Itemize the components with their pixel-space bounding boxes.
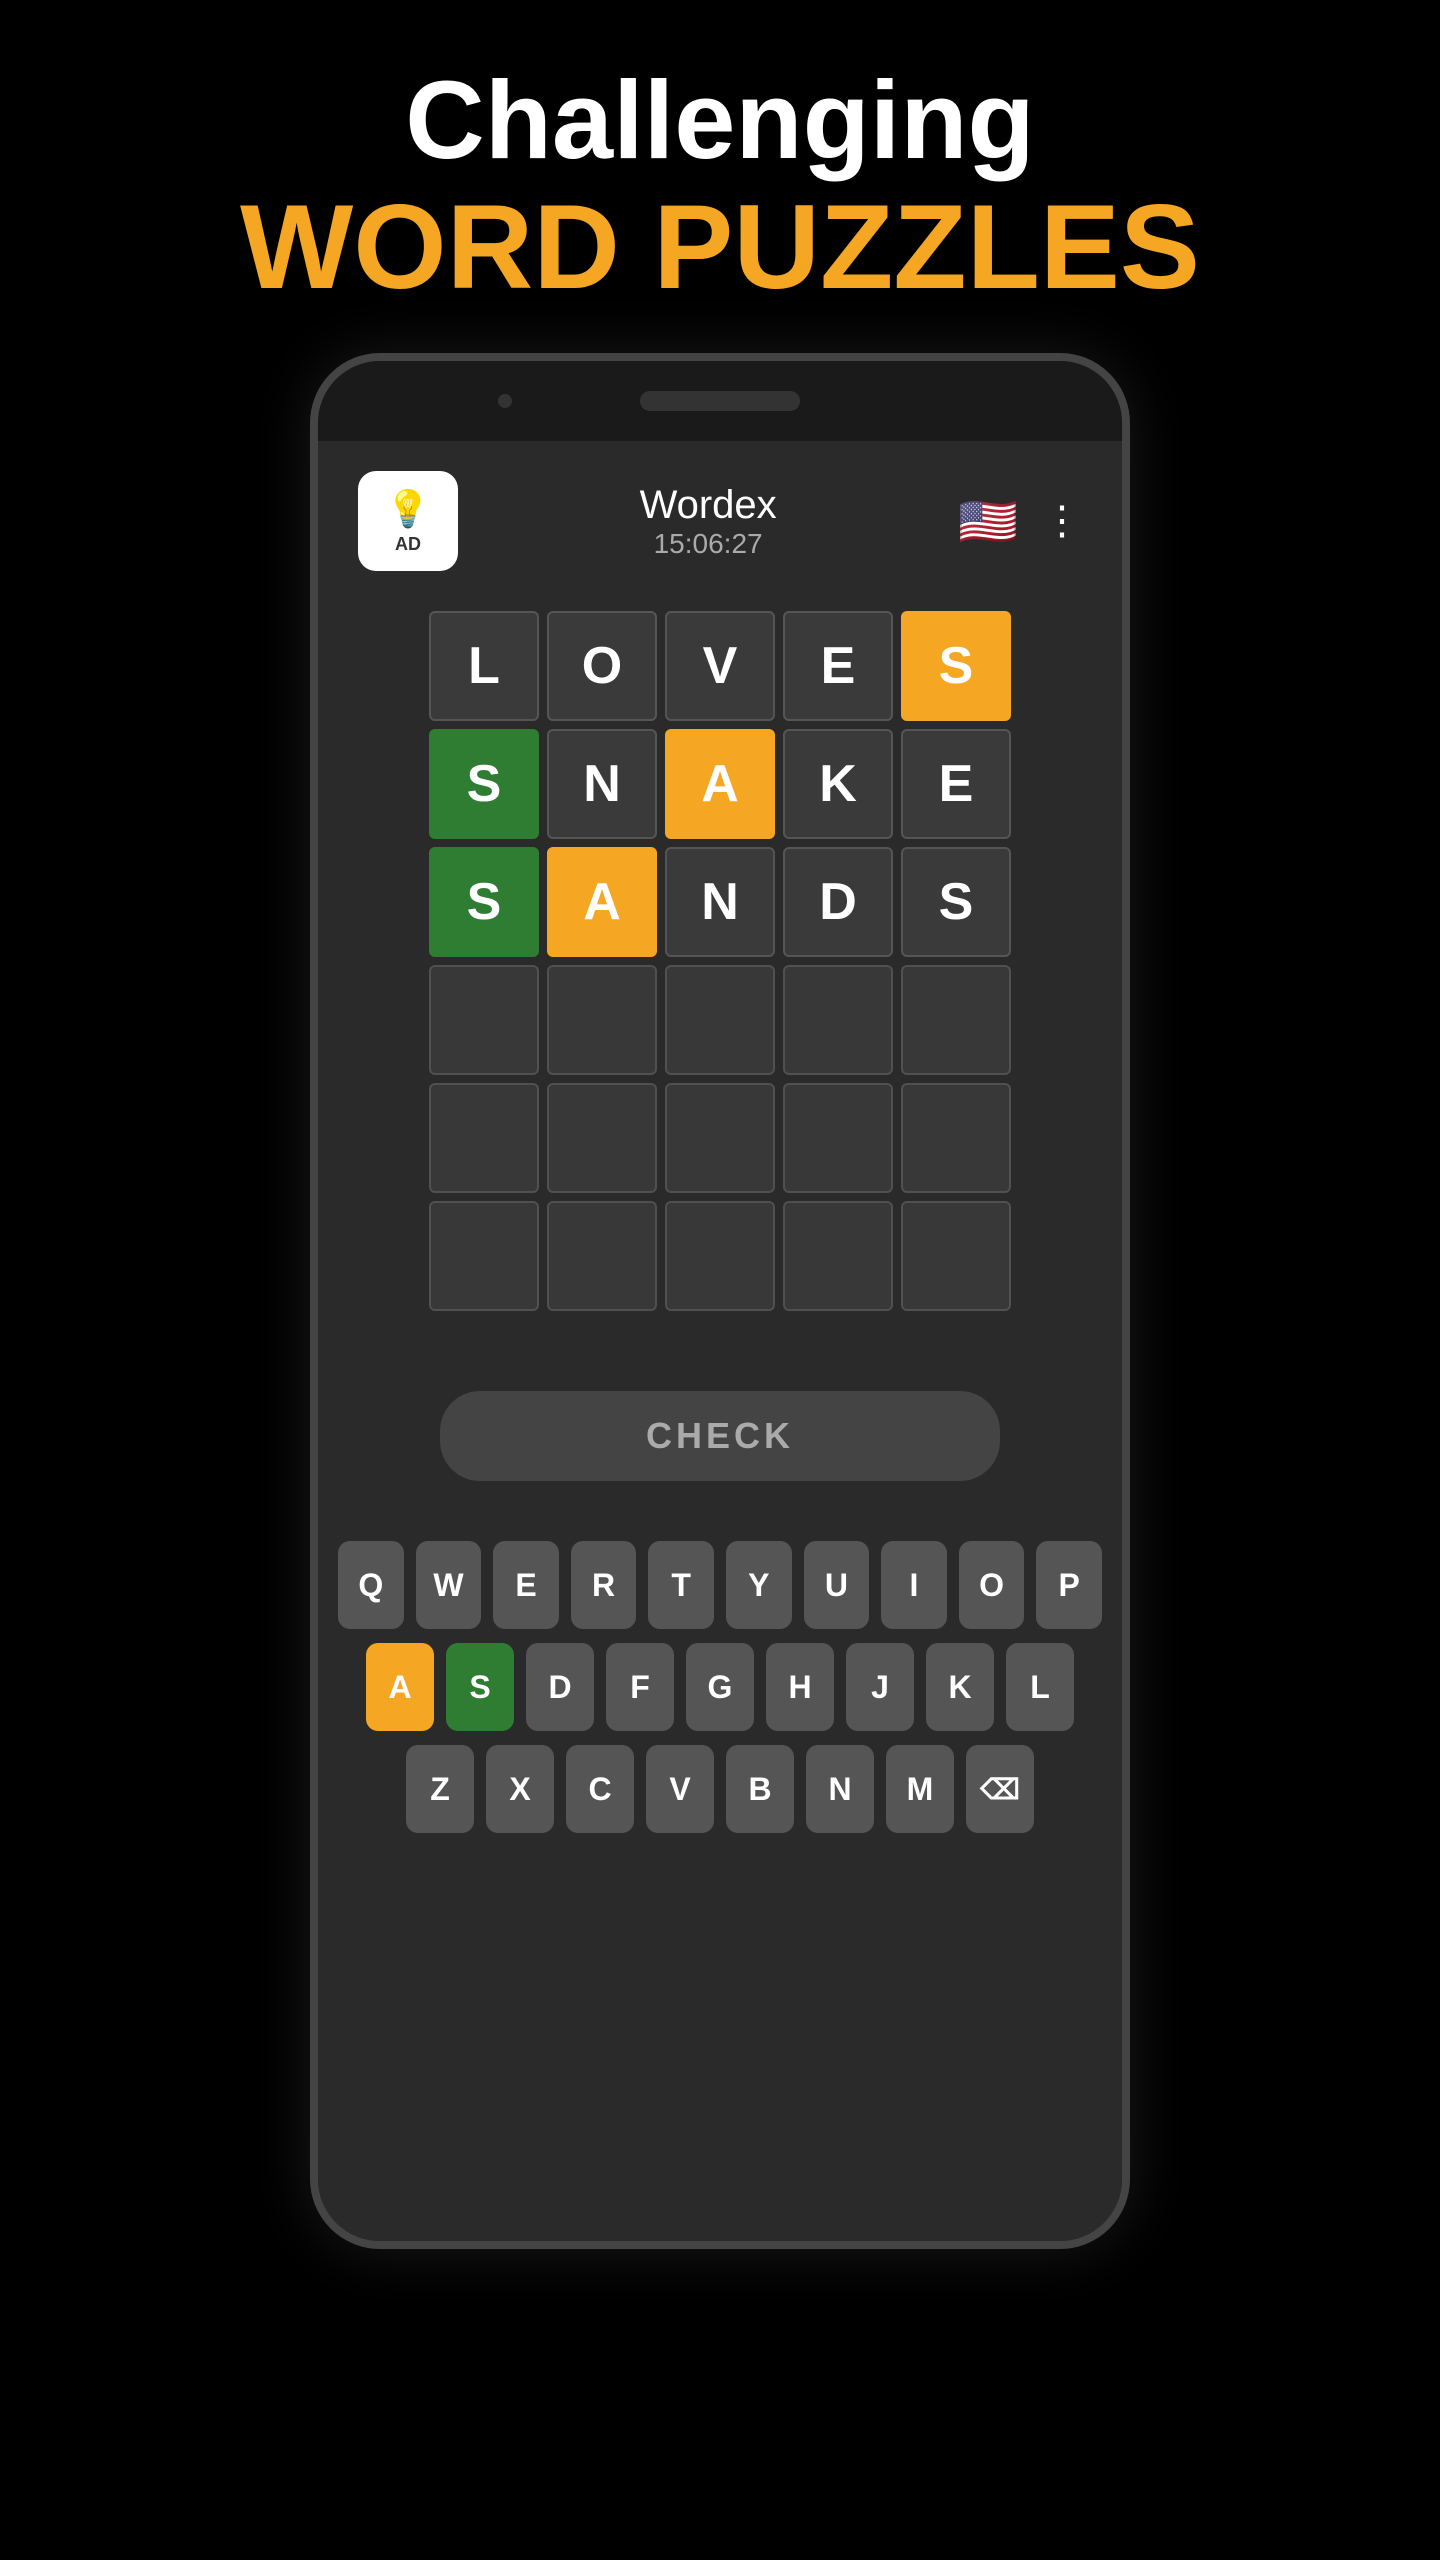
grid-row [378,965,1062,1075]
grid-cell: K [783,729,893,839]
key-c[interactable]: C [566,1745,634,1833]
key-r[interactable]: R [571,1541,637,1629]
key-m[interactable]: M [886,1745,954,1833]
grid-cell: N [547,729,657,839]
grid-cell [783,1083,893,1193]
key-e[interactable]: E [493,1541,559,1629]
keyboard-section: QWERTYUIOP ASDFGHJKL ZXCVBNM⌫ [318,1521,1122,1887]
app-title-section: Wordex 15:06:27 [640,483,777,560]
grid-row [378,1201,1062,1311]
check-button[interactable]: CHECK [440,1391,1000,1481]
keyboard-row: QWERTYUIOP [338,1541,1102,1629]
key-k[interactable]: K [926,1643,994,1731]
grid-cell [783,1201,893,1311]
key-o[interactable]: O [959,1541,1025,1629]
grid-cell: S [429,729,539,839]
grid-cell [429,965,539,1075]
grid-cell: L [429,611,539,721]
key-g[interactable]: G [686,1643,754,1731]
grid-cell [429,1201,539,1311]
grid-cell: N [665,847,775,957]
key-n[interactable]: N [806,1745,874,1833]
menu-dots-icon[interactable]: ⋮ [1042,498,1082,544]
phone-camera [498,394,512,408]
key-v[interactable]: V [646,1745,714,1833]
grid-cell: A [665,729,775,839]
key-w[interactable]: W [416,1541,482,1629]
grid-cell [547,1083,657,1193]
grid-cell: S [901,611,1011,721]
grid-cell [547,965,657,1075]
key-i[interactable]: I [881,1541,947,1629]
game-grid: LOVESSNAKESANDS [318,591,1122,1331]
grid-row [378,1083,1062,1193]
app-header: 💡 AD Wordex 15:06:27 🇺🇸 ⋮ [318,441,1122,591]
key-f[interactable]: F [606,1643,674,1731]
grid-cell [901,965,1011,1075]
keyboard-row: ASDFGHJKL [338,1643,1102,1731]
keyboard-row: ZXCVBNM⌫ [338,1745,1102,1833]
key-h[interactable]: H [766,1643,834,1731]
key-l[interactable]: L [1006,1643,1074,1731]
grid-row: LOVES [378,611,1062,721]
grid-cell [547,1201,657,1311]
key-u[interactable]: U [804,1541,870,1629]
check-section: CHECK [318,1331,1122,1521]
grid-cell: V [665,611,775,721]
key-d[interactable]: D [526,1643,594,1731]
key-x[interactable]: X [486,1745,554,1833]
backspace-key[interactable]: ⌫ [966,1745,1034,1833]
grid-cell [901,1201,1011,1311]
ad-button[interactable]: 💡 AD [358,471,458,571]
flag-icon: 🇺🇸 [958,493,1018,550]
grid-cell [783,965,893,1075]
key-j[interactable]: J [846,1643,914,1731]
app-content: 💡 AD Wordex 15:06:27 🇺🇸 ⋮ LOVESSNAKESAND… [318,441,1122,2241]
grid-row: SANDS [378,847,1062,957]
grid-cell [901,1083,1011,1193]
grid-cell: A [547,847,657,957]
key-p[interactable]: P [1036,1541,1102,1629]
phone-side-button [1126,661,1130,761]
key-s[interactable]: S [446,1643,514,1731]
key-y[interactable]: Y [726,1541,792,1629]
grid-cell: O [547,611,657,721]
grid-cell: E [901,729,1011,839]
key-a[interactable]: A [366,1643,434,1731]
key-b[interactable]: B [726,1745,794,1833]
key-z[interactable]: Z [406,1745,474,1833]
grid-cell: D [783,847,893,957]
phone-frame: 💡 AD Wordex 15:06:27 🇺🇸 ⋮ LOVESSNAKESAND… [310,353,1130,2249]
lightbulb-icon: 💡 [386,488,431,530]
phone-top-bar [318,361,1122,441]
key-q[interactable]: Q [338,1541,404,1629]
grid-cell [429,1083,539,1193]
grid-row: SNAKE [378,729,1062,839]
app-timer: 15:06:27 [640,528,777,560]
key-t[interactable]: T [648,1541,714,1629]
grid-cell [665,1083,775,1193]
ad-label: AD [395,534,421,555]
grid-cell: S [901,847,1011,957]
grid-cell: S [429,847,539,957]
title-line2: WORD PUZZLES [240,181,1200,313]
grid-cell: E [783,611,893,721]
title-line1: Challenging [240,60,1200,181]
app-header-right: 🇺🇸 ⋮ [958,493,1082,550]
grid-cell [665,1201,775,1311]
header-section: Challenging WORD PUZZLES [240,0,1200,353]
grid-cell [665,965,775,1075]
phone-speaker [640,391,800,411]
app-title: Wordex [640,483,777,528]
